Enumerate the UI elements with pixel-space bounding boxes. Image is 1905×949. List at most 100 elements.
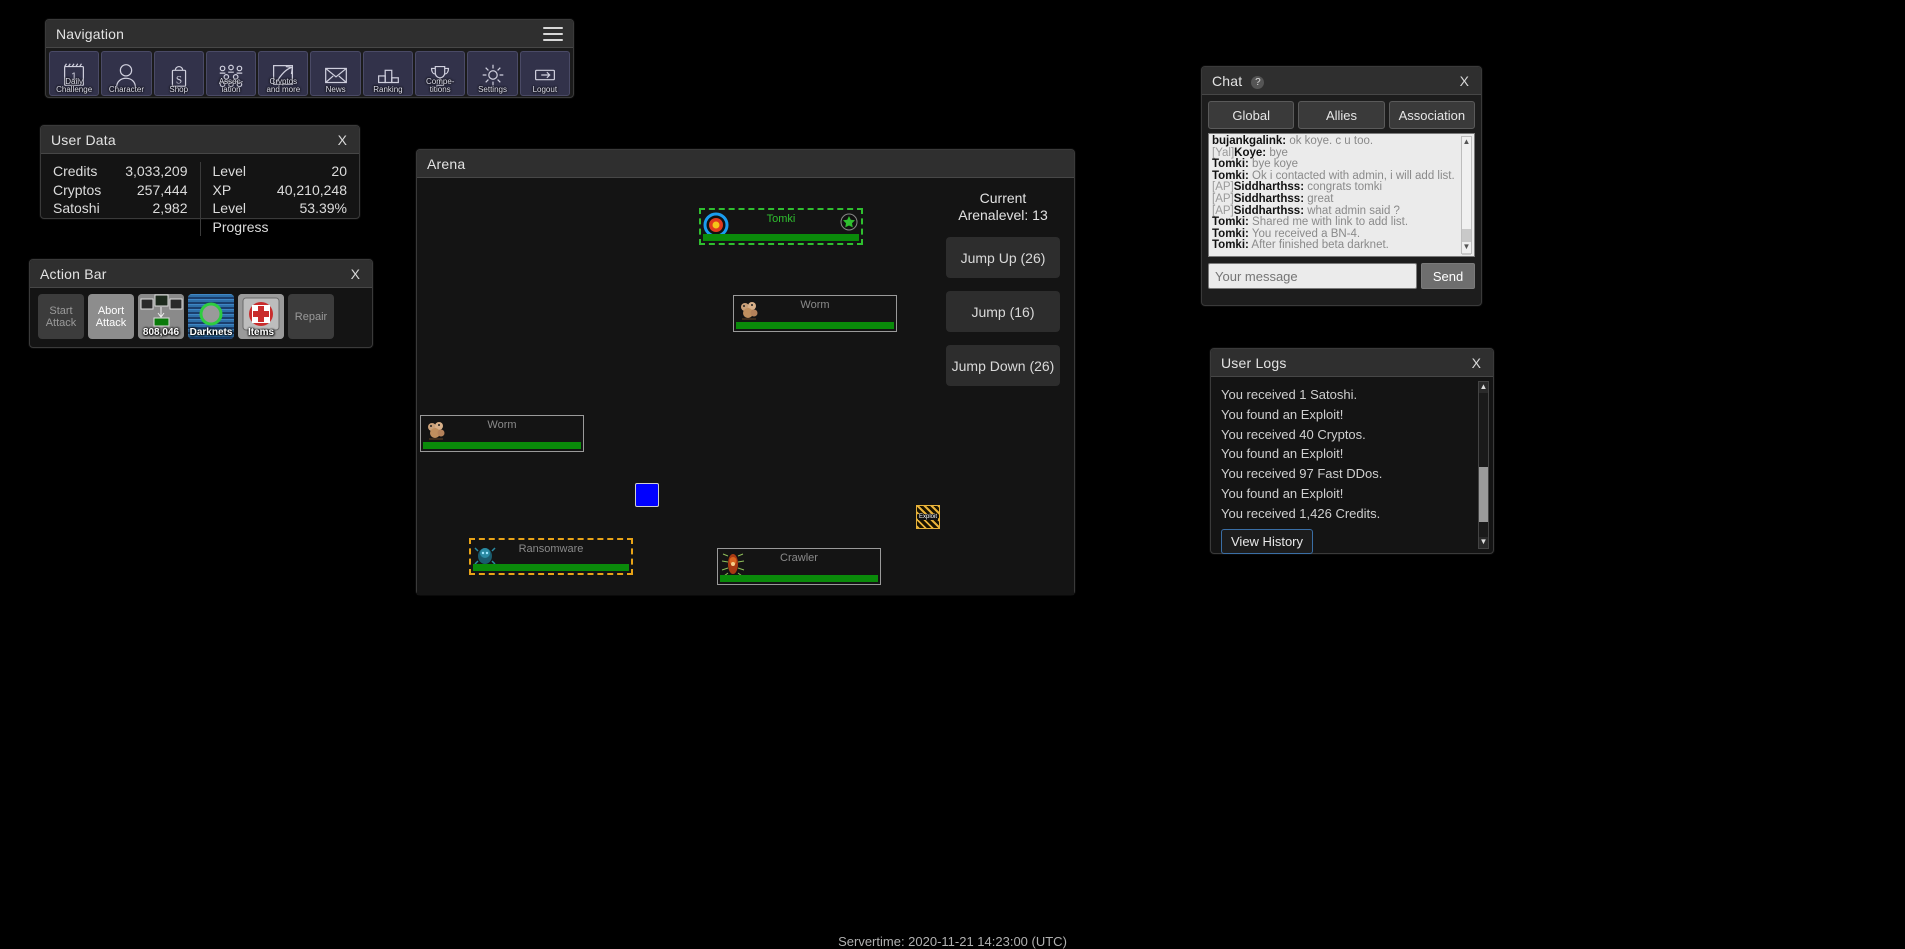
arena-blue-marker[interactable] bbox=[635, 483, 659, 507]
arena-fighter-tomki[interactable]: Tomki bbox=[699, 208, 863, 245]
scroll-down-icon[interactable]: ▼ bbox=[1462, 242, 1471, 253]
chat-tab-global[interactable]: Global bbox=[1208, 101, 1295, 129]
jump-button-0[interactable]: Jump Up (26) bbox=[946, 237, 1060, 278]
nav-button-ranking[interactable]: Ranking bbox=[362, 51, 414, 96]
action-button-label: Abort Attack bbox=[95, 304, 127, 329]
action-darknets-button[interactable]: Darknets bbox=[188, 294, 234, 339]
scroll-up-icon[interactable]: ▲ bbox=[1462, 137, 1471, 148]
user-data-key: Level bbox=[212, 163, 246, 179]
chat-message-text: congrats tomki bbox=[1307, 181, 1383, 194]
nav-button-dailychallenge[interactable]: 1 Daily Challenge bbox=[49, 51, 100, 96]
nav-button-label: Character bbox=[108, 85, 144, 94]
chat-message-list[interactable]: bujankgalink: ok koye. c u too. [Yal]Koye… bbox=[1208, 133, 1475, 257]
chat-message-text: bye bbox=[1269, 146, 1288, 159]
chat-message-text: ok koye. c u too. bbox=[1289, 135, 1374, 147]
arena-fighter-healthbar bbox=[423, 442, 581, 449]
chat-message-text: Ok i contacted with admin, i will add li… bbox=[1252, 169, 1455, 182]
arena-fighter-healthbar bbox=[473, 564, 629, 571]
action-bar-title: Action Bar bbox=[40, 265, 107, 282]
scroll-down-icon[interactable]: ▼ bbox=[1479, 537, 1488, 548]
arena-fighter-name: Tomki bbox=[766, 213, 796, 225]
user-data-value: 257,444 bbox=[136, 181, 188, 198]
chat-message-tag: [AP] bbox=[1212, 192, 1234, 205]
arena-fighter-healthbar bbox=[736, 322, 894, 329]
chat-message-text: After finished beta darknet. bbox=[1251, 239, 1389, 252]
arena-fighter-crawler[interactable]: Crawler bbox=[717, 548, 881, 585]
jump-button-group: Jump Up (26) Jump (16) Jump Down (26) bbox=[946, 224, 1060, 386]
send-button[interactable]: Send bbox=[1421, 263, 1475, 289]
current-arenalevel-line1: Current bbox=[979, 190, 1027, 206]
hamburger-icon[interactable] bbox=[543, 26, 563, 41]
nav-button-settings[interactable]: Settings bbox=[467, 51, 518, 96]
action-button-label: Items bbox=[247, 327, 275, 338]
user-data-key: XP bbox=[212, 181, 232, 198]
user-data-row: Level 20 bbox=[213, 162, 348, 181]
jump-button-1[interactable]: Jump (16) bbox=[946, 291, 1060, 332]
nav-button-character[interactable]: Character bbox=[101, 51, 152, 96]
chat-message-user: Siddharthss: bbox=[1233, 192, 1305, 205]
chat-title-wrap: Chat ? bbox=[1212, 73, 1265, 89]
nav-button-competitions[interactable]: Compe- titions bbox=[415, 51, 466, 96]
nav-button-cryptosandmore[interactable]: Cryptos and more bbox=[258, 51, 309, 96]
user-logs-header: User Logs X bbox=[1211, 349, 1493, 377]
close-icon[interactable]: X bbox=[336, 133, 349, 147]
arena-fighter-worm[interactable]: Worm bbox=[420, 415, 584, 452]
jump-button-label: Jump (16) bbox=[971, 303, 1035, 320]
chat-input[interactable] bbox=[1208, 263, 1417, 289]
user-data-right-column: Level 20 XP 40,210,248 Level Progress 53.39% bbox=[199, 162, 360, 236]
action-startattack-button[interactable]: Start Attack bbox=[38, 294, 84, 339]
action-bar-buttons: Start Attack Abort Attack 808,046 Darknets I… bbox=[30, 288, 372, 345]
nav-button-shop[interactable]: S Shop bbox=[153, 51, 204, 96]
arena-field: Current Arenalevel: 13 Jump Up (26) Jump … bbox=[417, 178, 1074, 595]
user-data-value: 2,982 bbox=[152, 200, 188, 216]
chat-message-user: Siddharthss: bbox=[1233, 181, 1305, 194]
arena-fighter-worm[interactable]: Worm bbox=[733, 295, 897, 332]
user-log-entry: You found an Exploit! bbox=[1221, 485, 1344, 501]
chat-tab-association[interactable]: Association bbox=[1388, 101, 1475, 129]
chat-message-user: Siddharthss: bbox=[1233, 204, 1305, 217]
action-abortattack-button[interactable]: Abort Attack bbox=[88, 294, 134, 339]
chat-message-text: what admin said ? bbox=[1307, 204, 1400, 217]
nav-button-label: Cryptos and more bbox=[266, 77, 301, 94]
close-icon[interactable]: X bbox=[1470, 356, 1483, 370]
arena-fighter-ransomware[interactable]: Ransomware bbox=[469, 538, 633, 575]
arena-fighter-name: Ransomware bbox=[518, 543, 584, 555]
chat-tab-label: Global bbox=[1232, 107, 1270, 123]
nav-button-label: Daily Challenge bbox=[56, 77, 93, 94]
help-icon[interactable]: ? bbox=[1251, 75, 1265, 89]
chat-input-row: Send bbox=[1202, 257, 1481, 295]
action-button-label: 808,046 bbox=[142, 327, 180, 338]
user-data-key: Level Progress bbox=[212, 200, 269, 235]
nav-button-news[interactable]: News bbox=[310, 51, 361, 96]
nav-button-association[interactable]: Assoc- iation bbox=[205, 51, 257, 96]
nav-button-label: Shop bbox=[169, 85, 189, 94]
close-icon[interactable]: X bbox=[349, 267, 362, 281]
chat-message-user: bujankgalink: bbox=[1212, 135, 1287, 147]
arena-fighter-name: Worm bbox=[487, 419, 517, 431]
arena-fighter-healthbar bbox=[720, 575, 878, 582]
user-data-value: 3,033,209 bbox=[125, 163, 188, 179]
chat-tab-allies[interactable]: Allies bbox=[1298, 101, 1385, 129]
jump-button-2[interactable]: Jump Down (26) bbox=[946, 345, 1060, 386]
user-log-entry: You received 40 Cryptos. bbox=[1221, 426, 1366, 442]
chat-tab-label: Association bbox=[1398, 107, 1466, 123]
user-logs-scrollbar[interactable]: ▲ ▼ bbox=[1478, 381, 1489, 549]
chat-scrollbar[interactable]: ▲ ▼ bbox=[1461, 136, 1472, 255]
user-data-left-column: Credits 3,033,209 Cryptos 257,444 Satoshi 2,9… bbox=[41, 162, 200, 236]
chat-message-tag: [AP] bbox=[1212, 181, 1234, 194]
user-logs-scroll-thumb[interactable] bbox=[1479, 467, 1488, 522]
action-repair-button[interactable]: Repair bbox=[288, 294, 334, 339]
navigation-title: Navigation bbox=[56, 25, 125, 42]
arena-exploit-item[interactable]: Exploit bbox=[916, 505, 940, 529]
nav-button-logout[interactable]: Logout bbox=[519, 51, 570, 96]
scroll-up-icon[interactable]: ▲ bbox=[1479, 382, 1488, 393]
nav-button-label: Assoc- iation bbox=[218, 77, 244, 94]
user-data-header: User Data X bbox=[41, 126, 359, 154]
arena-fighter-name: Crawler bbox=[780, 552, 818, 564]
action-items-button[interactable]: Items bbox=[238, 294, 284, 339]
action-808046-button[interactable]: 808,046 bbox=[138, 294, 184, 339]
user-data-row: Level Progress 53.39% bbox=[213, 199, 348, 236]
close-icon[interactable]: X bbox=[1458, 74, 1471, 88]
chat-header: Chat ? X bbox=[1202, 67, 1481, 95]
view-history-button[interactable]: View History bbox=[1221, 528, 1314, 554]
